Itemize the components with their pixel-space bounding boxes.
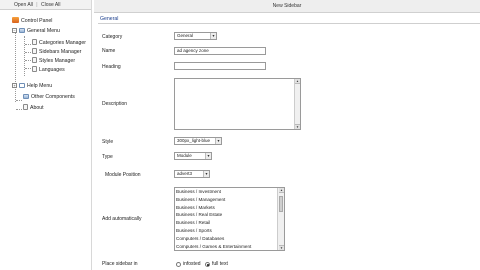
chevron-down-icon: ▼ [203, 171, 209, 177]
style-label: Style [102, 139, 114, 145]
toolbar-separator: | [36, 2, 38, 8]
tree-item-label: About [30, 105, 44, 111]
add-automatically-label: Add automatically [102, 216, 142, 222]
page-title: New Sidebar [94, 0, 480, 13]
chevron-down-icon: ▼ [215, 138, 221, 144]
list-item[interactable]: Business / Sports [175, 227, 284, 235]
tree-connector [25, 68, 31, 69]
tree-item-label: Sidebars Manager [39, 49, 82, 55]
tree-item-label: Categories Manager [39, 40, 87, 46]
folder-icon [19, 28, 25, 33]
list-item[interactable]: Computers / Games & Entertainment [175, 243, 284, 250]
control-panel-icon [12, 17, 19, 23]
list-item[interactable]: Business / Markets [175, 204, 284, 212]
chevron-down-icon: ▼ [210, 33, 216, 39]
main-panel: New Sidebar General Category General ▼ N… [94, 0, 480, 270]
name-field[interactable]: ad agency zone [174, 47, 266, 55]
type-label: Type [102, 154, 113, 160]
tree-item-label: General Menu [27, 28, 60, 34]
list-item[interactable]: Business / Real Estate [175, 211, 284, 219]
tree-item-general-menu[interactable]: − General Menu [12, 27, 60, 35]
list-item[interactable]: Business / Investment [175, 188, 284, 196]
scroll-down-icon[interactable]: ▼ [279, 245, 284, 250]
style-value: 300px_light-blue [177, 138, 211, 143]
page-icon [32, 57, 37, 63]
page-icon [23, 104, 28, 110]
tree-item-control-panel[interactable]: Control Panel [12, 17, 52, 25]
scroll-up-icon[interactable]: ▲ [279, 188, 284, 193]
category-label: Category [102, 34, 123, 40]
name-label: Name [102, 48, 116, 54]
page-icon [32, 66, 37, 72]
module-position-select[interactable]: advert3 ▼ [174, 170, 210, 178]
style-select[interactable]: 300px_light-blue ▼ [174, 137, 222, 145]
place-sidebar-label: Place sidebar in [102, 261, 138, 267]
tree-connector [25, 52, 31, 53]
tree-item-label: Other Components [31, 94, 75, 100]
tree-connector [16, 109, 22, 110]
list-item[interactable]: Business / Management [175, 196, 284, 204]
tree-item-languages[interactable]: Languages [32, 66, 65, 74]
radio-introtext-label: infosted [183, 261, 201, 267]
help-folder-icon [19, 83, 25, 88]
tree-item-categories-manager[interactable]: Categories Manager [32, 39, 86, 47]
radio-introtext[interactable] [176, 262, 181, 267]
heading-field[interactable] [174, 62, 266, 70]
scroll-down-icon[interactable]: ▼ [295, 124, 300, 129]
category-select[interactable]: General ▼ [174, 32, 217, 40]
type-select[interactable]: Module ▼ [174, 152, 212, 160]
tree-connector [15, 28, 16, 102]
chevron-down-icon: ▼ [205, 153, 211, 159]
tree-connector [24, 36, 25, 76]
group-title: General [98, 15, 480, 24]
description-textarea[interactable]: ▲ ▼ [174, 78, 301, 130]
tree-item-help-menu[interactable]: + Help Menu [12, 82, 52, 90]
tree-item-label: Languages [39, 67, 65, 73]
description-label: Description [102, 101, 128, 107]
tree-toolbar: Open All | Close All [0, 0, 91, 10]
folder-icon [23, 94, 29, 99]
navigation-tree: Open All | Close All Control Panel − Gene… [0, 0, 92, 270]
tree-item-label: Styles Manager [39, 58, 76, 64]
category-value: General [177, 33, 194, 38]
page-icon [32, 39, 37, 45]
add-automatically-listbox[interactable]: Business / Investment Business / Managem… [174, 187, 285, 251]
open-all-link[interactable]: Open All [14, 2, 33, 8]
page-icon [32, 48, 37, 54]
tree-connector [25, 44, 31, 45]
tree-item-sidebars-manager[interactable]: Sidebars Manager [32, 48, 81, 56]
tree-connector [16, 100, 22, 101]
tree-item-label: Help Menu [27, 83, 53, 89]
tree-item-styles-manager[interactable]: Styles Manager [32, 57, 75, 65]
heading-label: Heading [102, 64, 121, 70]
list-item[interactable]: Computers / Databases [175, 235, 284, 243]
scrollbar[interactable]: ▲ ▼ [294, 79, 300, 129]
list-item[interactable]: Business / Retail [175, 219, 284, 227]
tree-item-about[interactable]: About [23, 104, 44, 112]
expand-icon[interactable]: + [12, 83, 17, 88]
collapse-icon[interactable]: − [12, 28, 17, 33]
radio-fulltext[interactable] [205, 262, 210, 267]
close-all-link[interactable]: Close All [41, 2, 60, 8]
module-position-value: advert3 [177, 171, 193, 176]
type-value: Module [177, 153, 192, 158]
module-position-label: Module Position [105, 172, 141, 178]
tree-connector [25, 60, 31, 61]
radio-fulltext-label: full text [212, 261, 228, 267]
tree-item-other-components[interactable]: Other Components [23, 93, 75, 101]
scroll-thumb[interactable] [279, 196, 283, 212]
tree-item-label: Control Panel [21, 18, 53, 24]
scroll-up-icon[interactable]: ▲ [295, 79, 300, 84]
listbox-scrollbar[interactable]: ▲ ▼ [277, 188, 284, 250]
